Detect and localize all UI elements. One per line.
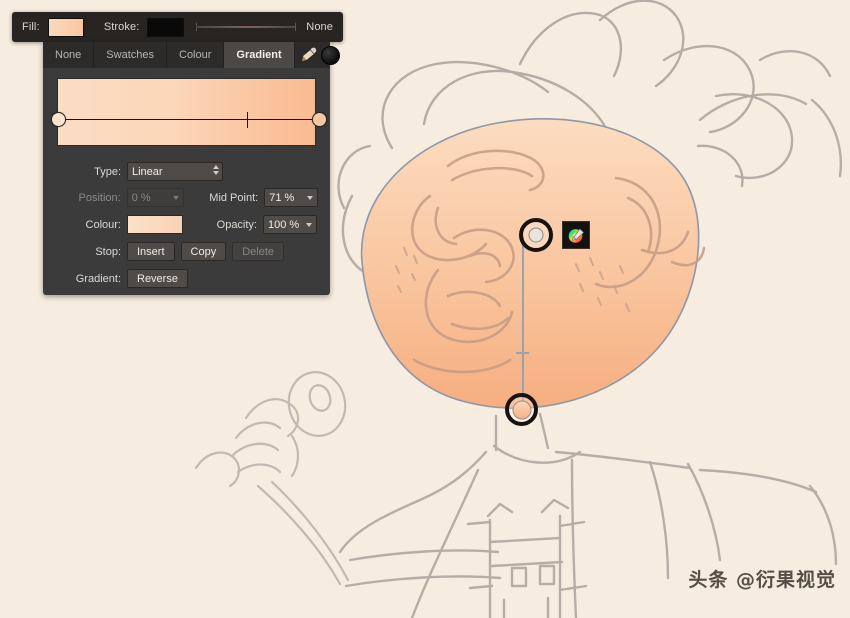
tab-swatches-label: Swatches xyxy=(106,49,154,61)
type-row: Type: Linear xyxy=(55,162,318,181)
watermark: 头条 @衍果视觉 xyxy=(688,569,836,591)
midpoint-label: Mid Point: xyxy=(209,191,259,204)
stop-copy-label: Copy xyxy=(190,245,217,258)
stop-insert-label: Insert xyxy=(137,245,165,258)
tab-swatches[interactable]: Swatches xyxy=(94,42,167,68)
current-colour-circle[interactable] xyxy=(320,45,340,65)
gradient-midpoint-marker[interactable] xyxy=(247,112,248,128)
stop-insert-button[interactable]: Insert xyxy=(127,242,175,261)
gradient-label: Gradient: xyxy=(75,272,121,285)
opacity-value: 100 % xyxy=(268,218,300,231)
position-field[interactable]: 0 % xyxy=(126,188,185,207)
gradient-stop-start[interactable] xyxy=(51,112,66,127)
type-select[interactable]: Linear xyxy=(127,162,223,181)
type-value: Linear xyxy=(132,165,163,178)
position-label: Position: xyxy=(78,191,121,204)
position-row: Position: 0 % Mid Point: 71 % xyxy=(55,188,318,207)
midpoint-field[interactable]: 71 % xyxy=(264,188,318,207)
colour-row: Colour: Opacity: 100 % xyxy=(55,215,318,234)
panel-tab-row[interactable]: None Swatches Colour Gradient xyxy=(43,42,340,68)
position-value: 0 % xyxy=(131,191,151,204)
colour-wheel-button[interactable] xyxy=(562,221,590,249)
gradient-axis-line[interactable] xyxy=(522,236,524,412)
tab-gradient-label: Gradient xyxy=(236,49,282,61)
gradient-row: Gradient: Reverse xyxy=(55,269,318,288)
colour-wheel-icon xyxy=(568,228,584,243)
gradient-reverse-button[interactable]: Reverse xyxy=(127,269,188,288)
stroke-label: Stroke: xyxy=(103,21,140,33)
gradient-stop-end[interactable] xyxy=(312,112,327,127)
stroke-width-slider[interactable] xyxy=(195,21,297,33)
gradient-preview-bar[interactable] xyxy=(57,78,316,146)
gradient-stop-axis[interactable] xyxy=(57,119,316,120)
opacity-label: Opacity: xyxy=(216,218,257,231)
gradient-panel[interactable]: None Swatches Colour Gradient Type: Line… xyxy=(43,42,340,295)
stop-delete-button[interactable]: Delete xyxy=(232,242,284,261)
colour-label: Colour: xyxy=(85,218,121,231)
fill-label: Fill: xyxy=(22,21,40,33)
stroke-width-value: None xyxy=(306,21,333,33)
gradient-end-handle[interactable] xyxy=(505,393,538,426)
tab-none-label: None xyxy=(55,49,82,61)
tab-gradient[interactable]: Gradient xyxy=(224,42,295,68)
opacity-caret-icon[interactable] xyxy=(306,223,312,227)
fill-stroke-toolbar[interactable]: Fill: Stroke: None xyxy=(12,12,343,42)
tab-colour-label: Colour xyxy=(179,49,212,61)
opacity-field[interactable]: 100 % xyxy=(263,215,317,234)
stop-delete-label: Delete xyxy=(242,245,274,258)
stroke-swatch[interactable] xyxy=(147,17,184,37)
midpoint-value: 71 % xyxy=(269,191,295,204)
fill-swatch[interactable] xyxy=(47,17,84,37)
gradient-reverse-label: Reverse xyxy=(137,272,178,285)
tab-colour[interactable]: Colour xyxy=(167,42,225,68)
head-shape xyxy=(360,118,700,409)
midpoint-caret-icon[interactable] xyxy=(307,196,313,200)
gradient-midpoint-tick[interactable] xyxy=(516,352,529,354)
eyedropper-icon[interactable] xyxy=(300,46,318,64)
tab-none[interactable]: None xyxy=(43,42,95,68)
stop-copy-button[interactable]: Copy xyxy=(180,242,227,261)
gradient-start-handle[interactable] xyxy=(519,218,553,252)
colour-swatch[interactable] xyxy=(127,215,183,234)
document-canvas[interactable]: Fill: Stroke: None None Swatches Colour … xyxy=(0,0,850,618)
stop-label: Stop: xyxy=(95,245,121,258)
type-label: Type: xyxy=(94,165,121,178)
position-caret-icon[interactable] xyxy=(173,196,180,200)
stop-row: Stop: Insert Copy Delete xyxy=(55,242,318,261)
type-stepper-icon[interactable] xyxy=(213,165,219,175)
